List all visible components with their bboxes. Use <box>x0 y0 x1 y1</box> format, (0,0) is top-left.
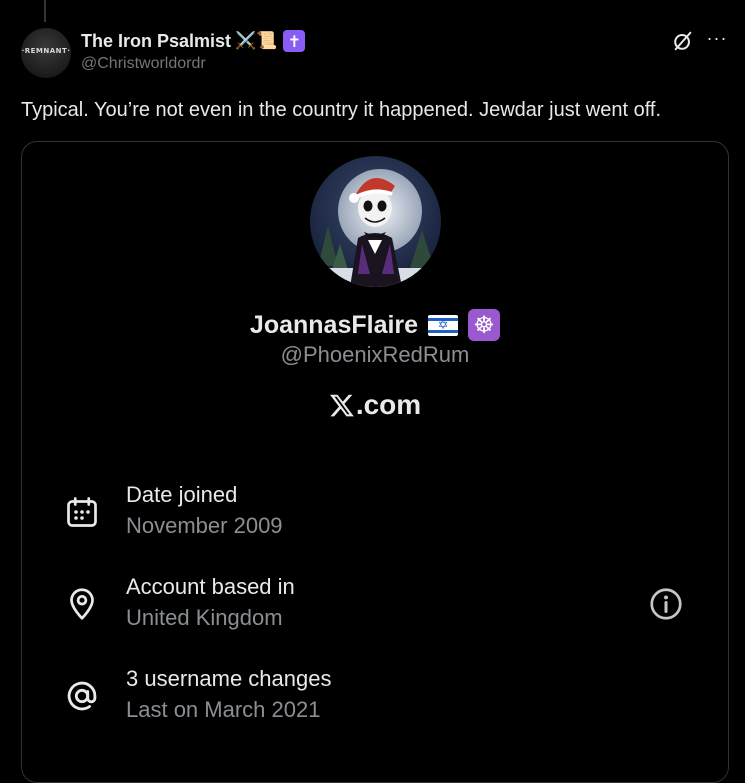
profile-handle: @PhoenixRedRum <box>280 342 470 367</box>
account-based-title: Account based in <box>126 574 295 599</box>
display-name-row: The Iron Psalmist ⚔️📜 ✝ <box>81 30 306 52</box>
more-options-icon[interactable]: ··· <box>705 28 729 52</box>
account-based-value: United Kingdom <box>126 605 283 630</box>
author-handle[interactable]: @Christworldordr <box>81 55 305 73</box>
avatar-label: ·REMNANT· <box>21 47 71 55</box>
post-header: ·REMNANT· The Iron Psalmist ⚔️📜 ✝ @Chris… <box>21 28 731 80</box>
date-joined-title: Date joined <box>126 482 238 507</box>
author-display-name[interactable]: The Iron Psalmist <box>81 31 231 52</box>
profile-name-row: JoannasFlaire ✡ ☸ <box>22 308 728 342</box>
name-emojis: ⚔️📜 <box>235 31 278 51</box>
date-joined-row: Date joined November 2009 <box>22 482 728 552</box>
author-block: The Iron Psalmist ⚔️📜 ✝ @Christworldordr <box>81 30 306 73</box>
calendar-icon <box>67 497 97 527</box>
username-changes-value: Last on March 2021 <box>126 697 321 722</box>
at-sign-icon <box>67 681 97 711</box>
author-avatar[interactable]: ·REMNANT· <box>21 28 71 78</box>
thread-connector-line <box>44 0 46 22</box>
x-logo-icon <box>329 394 354 417</box>
site-domain-text: .com <box>355 389 422 420</box>
post-text: Typical. You’re not even in the country … <box>21 99 662 121</box>
dharma-wheel-icon: ☸ <box>468 309 501 341</box>
profile-display-name: JoannasFlaire <box>249 310 419 339</box>
israel-flag-icon: ✡ <box>428 314 459 336</box>
location-pin-icon <box>70 588 94 620</box>
username-changes-title: 3 username changes <box>126 666 332 691</box>
grok-icon[interactable] <box>672 30 694 52</box>
date-joined-value: November 2009 <box>126 513 283 538</box>
profile-avatar-image <box>310 156 441 287</box>
account-location-row: Account based in United Kingdom <box>22 574 728 644</box>
username-changes-row: 3 username changes Last on March 2021 <box>22 666 728 736</box>
profile-card[interactable]: JoannasFlaire ✡ ☸ @PhoenixRedRum .com Da… <box>21 141 729 783</box>
cross-icon: ✝ <box>283 30 306 52</box>
site-label: .com <box>22 389 728 421</box>
info-icon[interactable] <box>648 586 684 622</box>
